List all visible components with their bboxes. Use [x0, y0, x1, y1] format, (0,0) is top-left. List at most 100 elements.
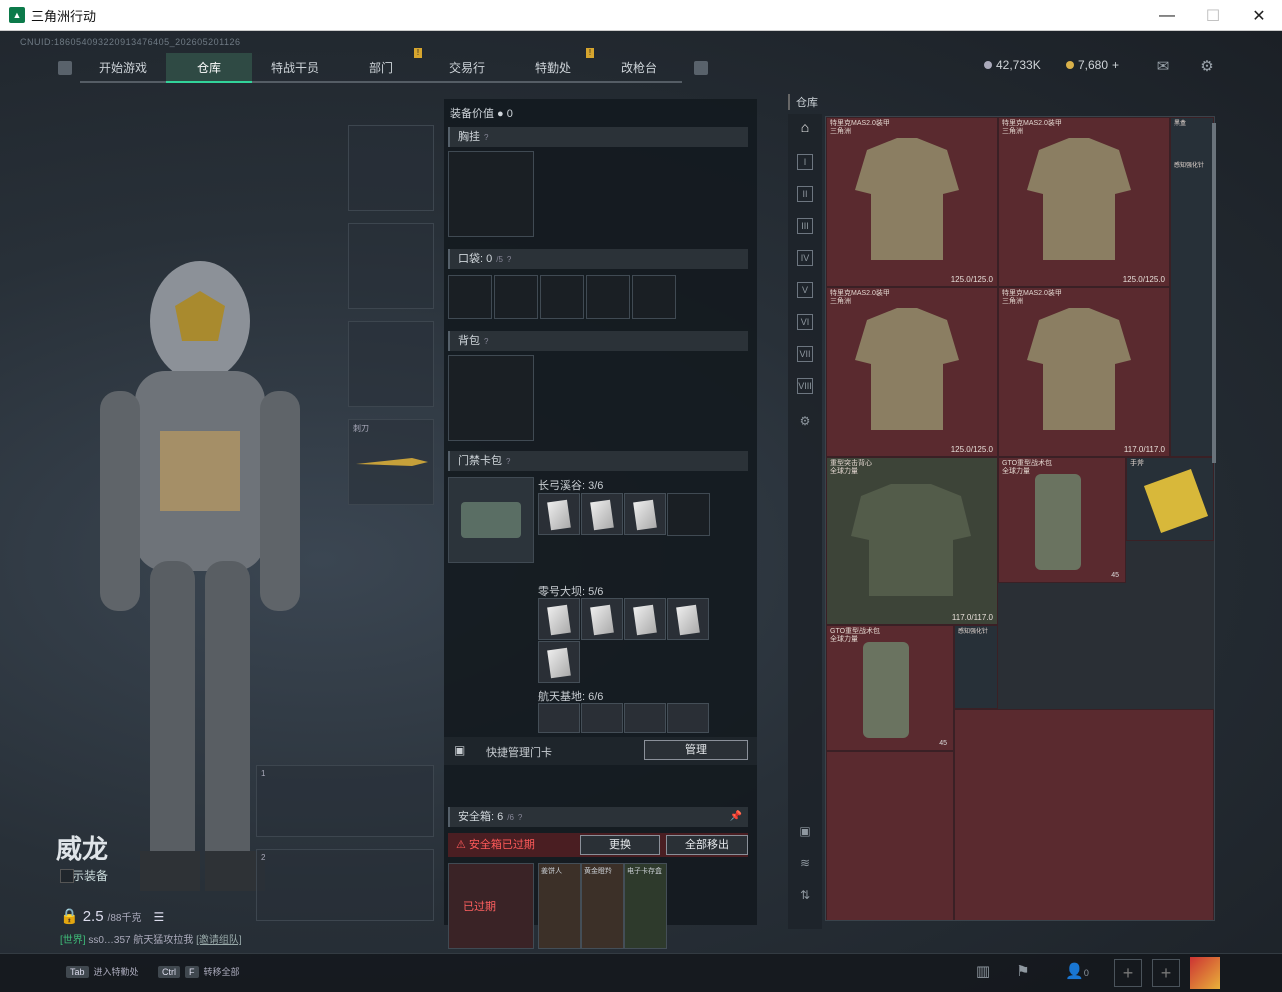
melee-slot[interactable]: 刺刀: [348, 419, 434, 505]
tab-label: 交易行: [448, 60, 485, 75]
mail-icon[interactable]: ✉: [1154, 57, 1172, 75]
safebox-slot[interactable]: 已过期: [448, 863, 534, 949]
armor-item[interactable]: 特里克MAS2.0装甲 三角洲 125.0/125.0: [826, 117, 998, 287]
manage-button[interactable]: 管理: [644, 740, 748, 760]
flag-icon[interactable]: ⚑: [1012, 962, 1034, 984]
help-icon[interactable]: ?: [518, 813, 522, 822]
nav-next-icon[interactable]: [694, 61, 708, 75]
avatar[interactable]: [1190, 957, 1220, 989]
tab-warehouse[interactable]: 仓库: [166, 53, 252, 83]
armor-item[interactable]: 特里克MAS2.0装甲 三角洲 125.0/125.0: [826, 287, 998, 457]
armor-slot[interactable]: [348, 223, 434, 309]
storage-tab-icon[interactable]: VIII: [797, 378, 813, 394]
notification-badge: !: [586, 48, 594, 58]
chat-user[interactable]: ss0…357: [88, 935, 130, 946]
special-service-hotkey[interactable]: Tab 进入特勤处: [66, 965, 139, 978]
backpack-slot[interactable]: [448, 355, 534, 441]
tab-operators[interactable]: 特战干员: [252, 53, 338, 83]
show-equipment-toggle[interactable]: 显示装备: [60, 867, 108, 884]
safebox-item[interactable]: 电子卡存盒: [624, 863, 667, 949]
tab-start-game[interactable]: 开始游戏: [80, 53, 166, 83]
tab-department[interactable]: 部门!: [338, 48, 424, 83]
pocket-slot[interactable]: [540, 275, 584, 319]
help-icon[interactable]: ?: [506, 457, 510, 466]
camera-icon[interactable]: ▣: [797, 824, 813, 840]
keycard-slot[interactable]: [667, 598, 709, 640]
storage-tab-icon[interactable]: VI: [797, 314, 813, 330]
keycard-slot[interactable]: [624, 493, 666, 535]
stim-item[interactable]: 感知强化针: [954, 625, 998, 709]
helmet-slot[interactable]: [348, 125, 434, 211]
keycard-slot[interactable]: [538, 598, 580, 640]
backpack-item[interactable]: [826, 751, 954, 920]
keycard-slot[interactable]: [538, 703, 580, 733]
tab-gunsmith[interactable]: 改枪台: [596, 53, 682, 83]
maximize-button[interactable]: ☐: [1190, 0, 1236, 31]
storage-tab-icon[interactable]: V: [797, 282, 813, 298]
home-icon[interactable]: ⌂: [797, 120, 813, 136]
keycard-slot[interactable]: [624, 598, 666, 640]
invite-link[interactable]: [邀请组队]: [196, 935, 242, 946]
operator-name: 威龙: [56, 834, 109, 864]
backpack-stack[interactable]: [954, 709, 1214, 920]
add-gold-button[interactable]: +: [1112, 58, 1119, 72]
help-icon[interactable]: ?: [484, 337, 488, 346]
tab-special-service[interactable]: 特勤处!: [510, 48, 596, 83]
pocket-slot[interactable]: [494, 275, 538, 319]
tab-trade[interactable]: 交易行: [424, 53, 510, 83]
safebox-item[interactable]: 黄金瞪羚: [581, 863, 624, 949]
stats-icon[interactable]: ▥: [972, 962, 994, 984]
storage-scrollbar[interactable]: [1212, 123, 1216, 463]
list-icon[interactable]: ☰: [153, 910, 164, 924]
storage-tab-icon[interactable]: IV: [797, 250, 813, 266]
sort-icon[interactable]: ⇅: [797, 888, 813, 904]
checkbox[interactable]: [60, 868, 74, 883]
add-teammate-button[interactable]: +: [1152, 959, 1180, 987]
pocket-slot[interactable]: [632, 275, 676, 319]
keycard-bag-slot[interactable]: [448, 477, 534, 563]
storage-tab-icon[interactable]: II: [797, 186, 813, 202]
secondary-weapon-slot[interactable]: 2: [256, 849, 434, 921]
armor-item[interactable]: 特里克MAS2.0装甲 三角洲 117.0/117.0: [998, 287, 1170, 457]
transfer-all-hotkey[interactable]: Ctrl F 转移全部: [158, 965, 240, 978]
keycard-slot[interactable]: [538, 493, 580, 535]
nav-prev-icon[interactable]: [58, 61, 72, 75]
armor-item[interactable]: 重型突击背心 全球力量 117.0/117.0: [826, 457, 998, 625]
chest-rig-slot[interactable]: [448, 151, 534, 237]
safebox-item[interactable]: 姜饼人: [538, 863, 581, 949]
minimize-button[interactable]: —: [1144, 0, 1190, 31]
hatchet-item[interactable]: 手斧: [1126, 457, 1214, 541]
stim-column[interactable]: 黑盒 感知强化针: [1170, 117, 1214, 457]
gear-icon[interactable]: ⚙: [1198, 57, 1216, 75]
keycard-slot[interactable]: [581, 703, 623, 733]
storage-tab-icon[interactable]: III: [797, 218, 813, 234]
keycard-slot[interactable]: [624, 703, 666, 733]
keycard-slot[interactable]: [667, 703, 709, 733]
remove-all-button[interactable]: 全部移出: [666, 835, 748, 855]
expired-tag: 已过期: [463, 901, 496, 913]
add-teammate-button[interactable]: +: [1114, 959, 1142, 987]
primary-weapon-slot[interactable]: 1: [256, 765, 434, 837]
replace-button[interactable]: 更换: [580, 835, 660, 855]
keycard-icon: [633, 604, 657, 636]
storage-tab-icon[interactable]: I: [797, 154, 813, 170]
gear-icon[interactable]: ⚙: [797, 414, 813, 430]
pistol-slot[interactable]: [348, 321, 434, 407]
backpack-item[interactable]: GTO重型战术包 全球力量 45: [826, 625, 954, 751]
storage-tab-icon[interactable]: VII: [797, 346, 813, 362]
pocket-slot[interactable]: [586, 275, 630, 319]
pocket-slot[interactable]: [448, 275, 492, 319]
gold-currency[interactable]: 7,680 +: [1066, 58, 1119, 72]
keycard-slot[interactable]: [581, 598, 623, 640]
friends-icon[interactable]: 👤0: [1062, 962, 1092, 984]
pin-icon[interactable]: 📌: [730, 807, 742, 827]
keycard-slot[interactable]: [538, 641, 580, 683]
backpack-item[interactable]: GTO重型战术包 全球力量 45: [998, 457, 1126, 583]
help-icon[interactable]: ?: [507, 255, 511, 264]
keycard-slot-empty[interactable]: [667, 493, 710, 536]
close-button[interactable]: ✕: [1236, 0, 1282, 31]
help-icon[interactable]: ?: [484, 133, 488, 142]
armor-item[interactable]: 特里克MAS2.0装甲 三角洲 125.0/125.0: [998, 117, 1170, 287]
layers-icon[interactable]: ≋: [797, 856, 813, 872]
keycard-slot[interactable]: [581, 493, 623, 535]
